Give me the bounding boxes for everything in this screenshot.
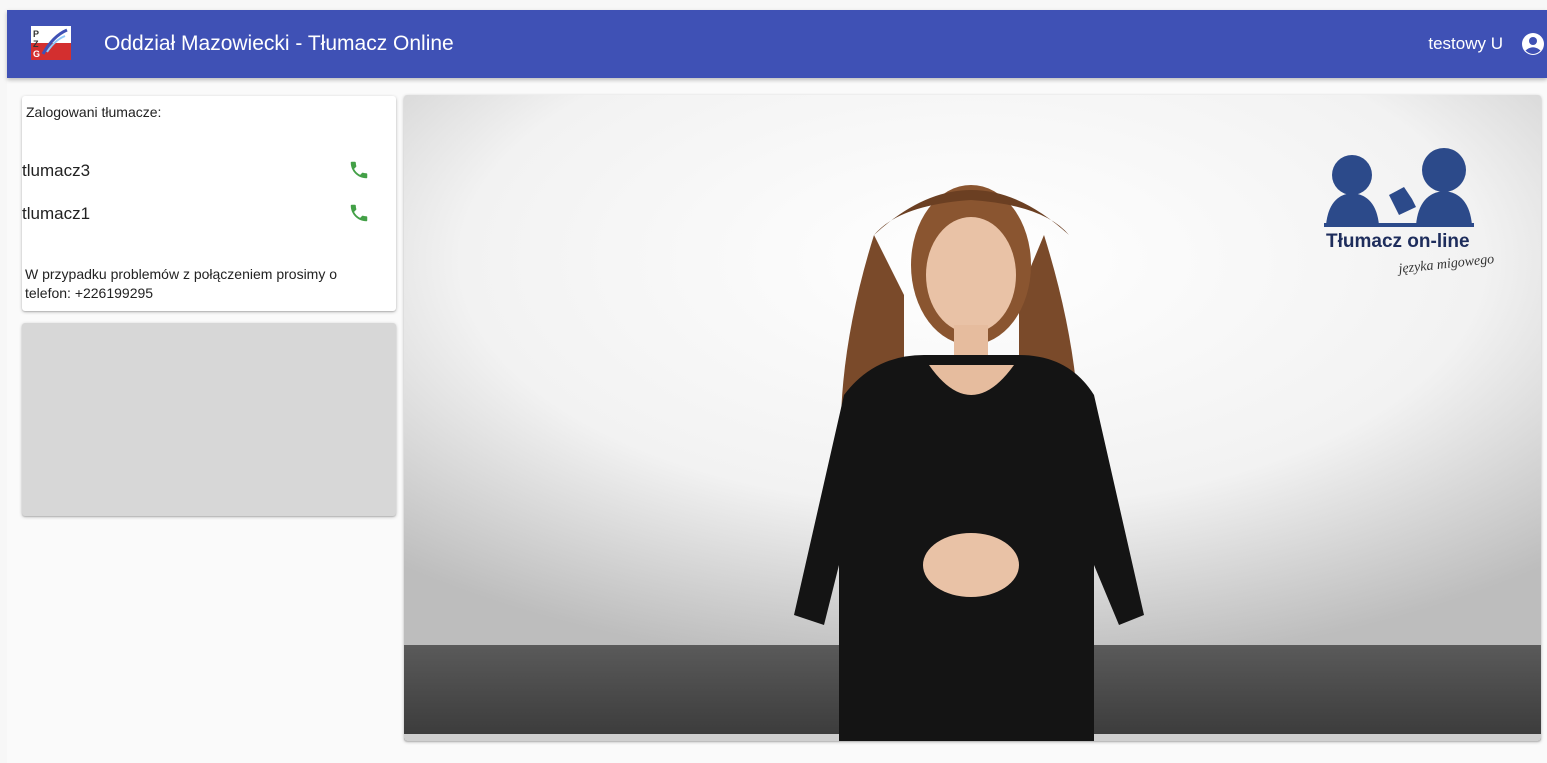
interpreters-heading: Zalogowani tłumacze: (26, 104, 162, 120)
pzg-logo-icon[interactable]: P Z G (31, 26, 71, 60)
phone-icon[interactable] (348, 159, 370, 181)
interpreter-item[interactable]: tlumacz3 (22, 155, 396, 185)
brand-title: Tłumacz on-line (1326, 231, 1470, 252)
account-circle-icon[interactable] (1521, 32, 1545, 56)
connection-notice: W przypadku problemów z połączeniem pros… (25, 266, 338, 301)
app-title: Oddział Mazowiecki - Tłumacz Online (104, 32, 454, 55)
interpreter-video[interactable]: Tłumacz on-line języka migowego (404, 95, 1541, 741)
svg-text:Z: Z (33, 39, 39, 49)
interpreter-name: tlumacz1 (22, 204, 91, 223)
phone-icon[interactable] (348, 202, 370, 224)
interpreter-name: tlumacz3 (22, 161, 91, 180)
local-video-preview (22, 323, 396, 516)
interpreters-panel: Zalogowani tłumacze: tlumacz3 tlumacz1 W… (22, 96, 396, 311)
svg-text:P: P (33, 29, 39, 39)
svg-text:G: G (33, 49, 40, 59)
interpreter-item[interactable]: tlumacz1 (22, 198, 396, 228)
app-toolbar: P Z G Oddział Mazowiecki - Tłumacz Onlin… (7, 10, 1547, 78)
user-name[interactable]: testowy U (1428, 33, 1503, 55)
